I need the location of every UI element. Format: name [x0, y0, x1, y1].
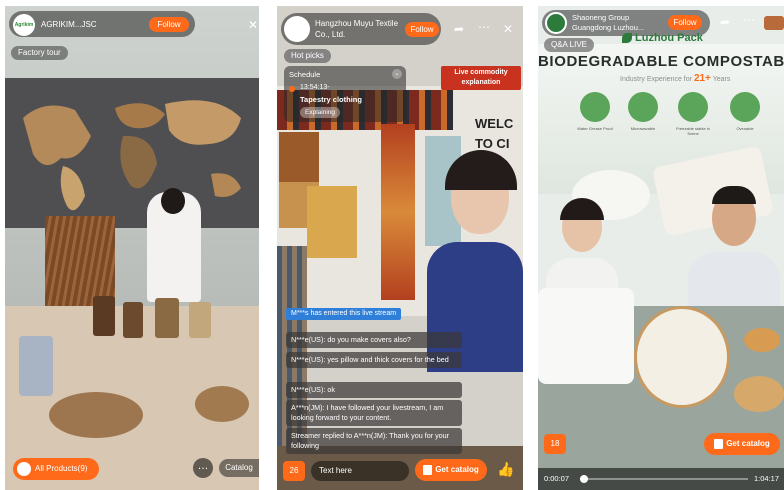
world-map-board [5, 78, 259, 228]
presenter [427, 150, 523, 372]
viewer-count-badge[interactable]: 26 [283, 461, 305, 481]
jar [93, 296, 115, 336]
explaining-badge: Explaining [300, 107, 340, 118]
leaf-icon [622, 33, 632, 44]
follow-button[interactable]: Follow [668, 15, 702, 30]
qa-live-tag[interactable]: Q&A LIVE [544, 38, 595, 52]
feature-icon-microwave [628, 92, 658, 122]
feature-icon-freezer [678, 92, 708, 122]
catalog-icon [714, 438, 724, 449]
live-stream-panel-agrikim[interactable]: Agrikim AGRIKIM...JSC Follow ✕ Factory t… [5, 6, 259, 490]
catalog-icon [423, 464, 433, 475]
banner-subtitle: Industry Experience for 21+ Years [620, 73, 731, 84]
jar [189, 302, 211, 338]
live-commodity-badge[interactable]: Live commodity explanation [441, 66, 521, 90]
factory-tour-tag[interactable]: Factory tour [11, 46, 68, 60]
chat-message: A***n(JM): I have followed your livestre… [286, 400, 462, 426]
hot-picks-tag[interactable]: Hot picks [284, 49, 331, 63]
viewer-count-badge[interactable]: 18 [544, 434, 566, 454]
chat-message: N***e(US): ok [286, 382, 462, 398]
comment-input[interactable]: Text here [311, 461, 409, 481]
host-avatar[interactable]: Agrikim [13, 14, 35, 36]
catalog-button[interactable]: Catalog [219, 459, 259, 477]
host-name: AGRIKIM...JSC [41, 20, 97, 29]
spice-bowl [195, 386, 249, 422]
follow-button[interactable]: Follow [149, 17, 189, 32]
live-stream-panel-muyu[interactable]: WELC TO CI Hangzhou Muyu Textile Co., Lt… [277, 6, 523, 490]
live-stream-panel-luzhou[interactable]: BIODEGRADABLE COMPOSTABLE Industry Exper… [538, 6, 784, 490]
schedule-time: 13:54:13- [300, 84, 330, 91]
get-catalog-button[interactable]: Get catalog [415, 459, 487, 481]
schedule-card[interactable]: Schedule ⌄ 13:54:13- Tapestry clothing E… [284, 66, 406, 122]
round-plate [634, 306, 730, 408]
chat-message: N***e(US): do you make covers also? [286, 332, 462, 348]
get-catalog-label: Get catalog [726, 439, 770, 448]
share-icon[interactable]: ➦ [720, 16, 730, 28]
share-icon[interactable]: ➦ [454, 23, 464, 35]
progress-track[interactable] [580, 475, 748, 483]
presenter-right [688, 186, 780, 322]
presenter [147, 188, 201, 302]
follow-button[interactable]: Follow [405, 22, 439, 37]
progress-handle[interactable] [580, 475, 589, 483]
welcome-sign: WELC TO CI [475, 116, 514, 151]
banner-title: BIODEGRADABLE COMPOSTABLE [538, 53, 784, 70]
bread [744, 328, 780, 352]
schedule-dot-icon [289, 86, 295, 92]
get-catalog-button[interactable]: Get catalog [704, 433, 780, 455]
feature-label: Freezable stable in Scene [676, 126, 710, 136]
schedule-title: Schedule [289, 70, 321, 79]
product-thumbnail[interactable] [764, 16, 784, 30]
jar [155, 298, 179, 338]
comment-placeholder: Text here [319, 466, 352, 475]
time-total: 1:04:17 [754, 474, 780, 483]
products-icon [17, 462, 31, 476]
more-icon[interactable]: ⋯ [478, 21, 490, 33]
host-avatar[interactable] [545, 12, 567, 34]
hanging-shirt [307, 186, 357, 258]
more-options-icon[interactable]: … [193, 458, 213, 478]
host-name: Shaoneng Group Guangdong Luzhou... [572, 13, 645, 32]
lid [734, 376, 784, 412]
thumbs-up-icon[interactable]: 👍 [497, 462, 514, 476]
chat-message: Streamer replied to A***n(JM): Thank you… [286, 428, 462, 454]
world-map-image [23, 100, 241, 211]
host-name: Hangzhou Muyu Textile Co., Ltd. [315, 19, 399, 39]
all-products-label: All Products(9) [35, 464, 88, 473]
host-avatar[interactable] [284, 16, 310, 42]
schedule-item: Tapestry clothing [300, 95, 362, 104]
time-elapsed: 0:00:07 [544, 474, 570, 483]
container-box [538, 288, 634, 384]
chat-message: N***e(US): yes pillow and thick covers f… [286, 352, 462, 368]
close-icon[interactable]: ✕ [503, 23, 513, 35]
jar [123, 302, 143, 338]
playback-bar[interactable]: 0:00:07 1:04:17 [538, 468, 784, 490]
pillow [279, 132, 319, 182]
feature-label: Ovenable [736, 126, 754, 131]
cinnamon-sticks [45, 216, 115, 306]
feature-icon-water [580, 92, 610, 122]
hanging-scarf [381, 124, 415, 300]
all-products-button[interactable]: All Products(9) [13, 458, 99, 480]
feature-label: Microwavable [630, 126, 656, 131]
more-icon[interactable]: ⋯ [743, 14, 755, 26]
brand-logo: Luzhou Pack [622, 32, 703, 44]
join-notice: M***s has entered this live stream [286, 308, 402, 320]
feature-icon-oven [730, 92, 760, 122]
feature-label: Water Grease Proof [577, 126, 613, 131]
mug [19, 336, 53, 396]
spice-basket [49, 392, 143, 438]
close-icon[interactable]: ✕ [248, 19, 258, 31]
get-catalog-label: Get catalog [435, 465, 479, 474]
chevron-down-icon[interactable]: ⌄ [392, 69, 402, 79]
